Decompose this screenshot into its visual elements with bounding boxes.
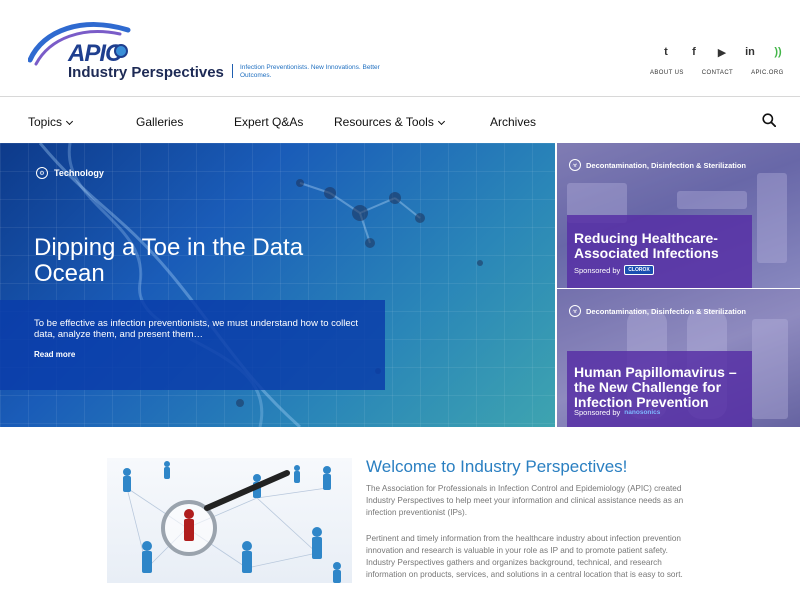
card-category-label: Decontamination, Disinfection & Steriliz… [586,160,747,170]
sponsor-line: Sponsored by CLOROX [574,265,654,275]
feature-card-hai[interactable]: ☣ Decontamination, Disinfection & Steril… [557,143,800,288]
biohazard-icon: ☣ [569,159,581,171]
sponsored-by-label: Sponsored by [574,408,621,417]
card-title-box: Human Papillomavirus – the New Challenge… [567,351,752,427]
nav-resources-label: Resources & Tools [334,115,434,129]
apic-org-link[interactable]: APIC.ORG [751,70,784,76]
rss-icon[interactable]: )) [772,46,784,58]
chevron-down-icon [437,117,445,126]
search-icon[interactable] [762,113,776,127]
sponsored-by-label: Sponsored by [574,265,621,275]
network-magnifier-image [107,458,352,583]
card-title[interactable]: Reducing Healthcare-Associated Infection… [574,231,749,261]
tagline: Infection Preventionists. New Innovation… [240,64,380,79]
hero-excerpt-panel: To be effective as infection preventioni… [0,300,385,390]
welcome-paragraph-1: The Association for Professionals in Inf… [366,484,684,517]
technology-icon: ⚙ [36,167,48,179]
feature-card-hpv[interactable]: ☣ Decontamination, Disinfection & Steril… [557,289,800,427]
nav-resources-tools[interactable]: Resources & Tools [334,115,445,129]
welcome-title: Welcome to Industry Perspectives! [366,457,628,476]
card-category-label: Decontamination, Disinfection & Steriliz… [586,306,747,316]
facebook-icon[interactable]: f [688,46,700,58]
read-more-link[interactable]: Read more [34,350,75,359]
nav-galleries[interactable]: Galleries [136,115,183,129]
clorox-logo: CLOROX [624,265,654,275]
twitter-icon[interactable]: t [660,46,672,58]
nav-expert-qas[interactable]: Expert Q&As [234,115,303,129]
chevron-down-icon [65,117,74,126]
globe-icon [114,44,128,58]
contact-link[interactable]: CONTACT [702,70,733,76]
hero-category[interactable]: ⚙ Technology [36,167,104,179]
hero-excerpt: To be effective as infection preventioni… [34,318,359,340]
hero-feature[interactable]: ⚙ Technology Dipping a Toe in the Data O… [0,143,555,427]
site-header: APIC Industry Perspectives Infection Pre… [0,0,800,96]
brand-name: Industry Perspectives [68,64,224,81]
apic-logo[interactable]: APIC Industry Perspectives Infection Pre… [28,18,380,88]
hero-category-label: Technology [54,168,104,178]
card-category[interactable]: ☣ Decontamination, Disinfection & Steril… [569,305,746,317]
utility-links: ABOUT US CONTACT APIC.ORG [650,70,784,76]
welcome-paragraph-2: Pertinent and timely information from th… [366,534,683,579]
biohazard-icon: ☣ [569,305,581,317]
youtube-icon[interactable]: ▶ [716,46,728,59]
sponsor-line: Sponsored by nanosonics [574,408,660,417]
linkedin-icon[interactable]: in [744,46,756,58]
about-us-link[interactable]: ABOUT US [650,70,684,76]
card-category[interactable]: ☣ Decontamination, Disinfection & Steril… [569,159,746,171]
page: APIC Industry Perspectives Infection Pre… [0,0,800,600]
main-nav: Topics Galleries Expert Q&As Resources &… [0,96,800,143]
social-links: t f ▶ in )) [660,46,784,59]
card-title[interactable]: Human Papillomavirus – the New Challenge… [574,365,749,410]
nav-archives[interactable]: Archives [490,115,536,129]
card-title-box: Reducing Healthcare-Associated Infection… [567,215,752,288]
nav-topics-label: Topics [28,115,63,129]
nanosonics-logo: nanosonics [624,409,661,416]
nav-topics[interactable]: Topics [28,115,74,129]
hero-title[interactable]: Dipping a Toe in the Data Ocean [34,235,324,287]
logo-divider [232,64,233,78]
people-network-graphic [123,461,341,583]
